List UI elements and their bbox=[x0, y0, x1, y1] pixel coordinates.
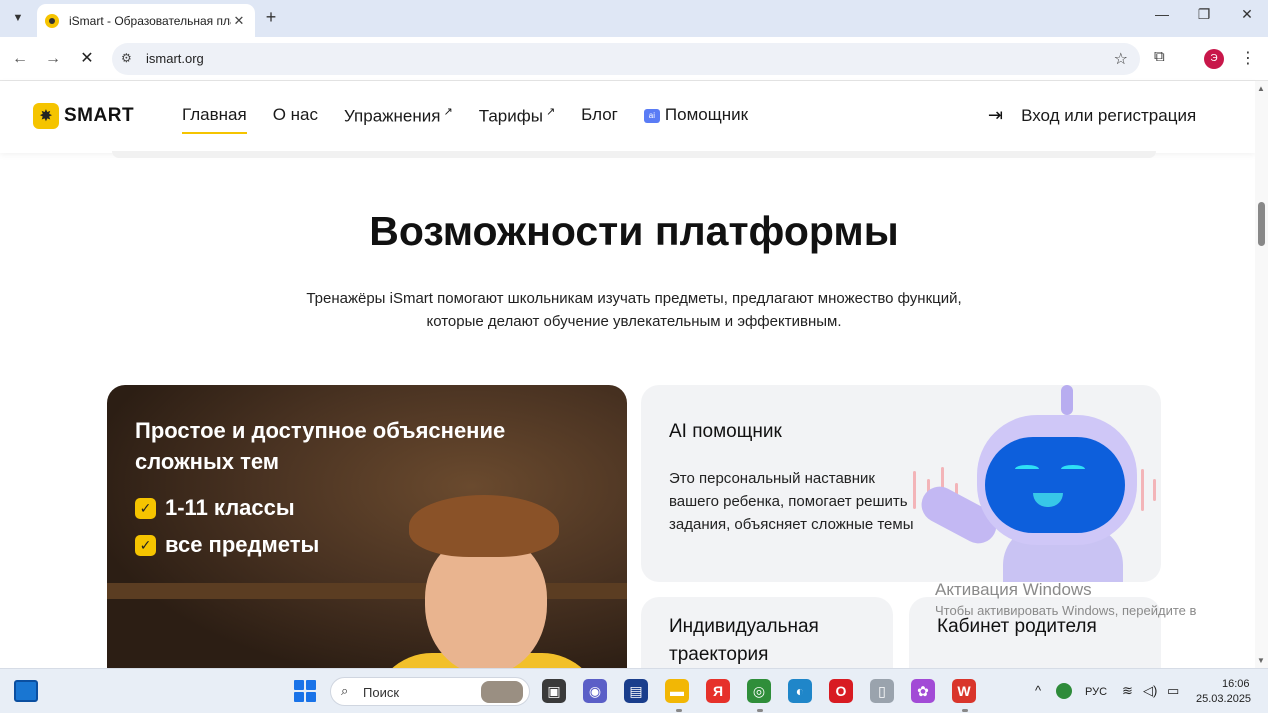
widgets-icon[interactable] bbox=[14, 680, 38, 702]
nav-item-about[interactable]: О нас bbox=[273, 105, 318, 127]
checkmark-icon: ✓ bbox=[135, 497, 156, 519]
feature-card-explanations[interactable]: Простое и доступное объяснение сложных т… bbox=[107, 385, 627, 675]
url-text[interactable]: ismart.org bbox=[146, 51, 204, 66]
main-nav: Главная О нас Упражнения ↗ Тарифы ↗ Блог a… bbox=[182, 105, 774, 134]
robot-eye bbox=[1061, 465, 1085, 473]
section-title: Возможности платформы bbox=[369, 208, 899, 254]
feature-card-ai-assistant[interactable]: AI помощник Это персональный наставник в… bbox=[641, 385, 1161, 582]
ismart-favicon-icon bbox=[45, 13, 59, 28]
new-tab-button[interactable]: + bbox=[260, 7, 282, 28]
maximize-button[interactable]: ❐ bbox=[1189, 6, 1219, 23]
nav-item-exercises[interactable]: Упражнения ↗ bbox=[344, 105, 453, 127]
check-item-subjects: ✓ все предметы bbox=[135, 532, 319, 558]
nav-item-assistant[interactable]: ai Помощник bbox=[643, 105, 748, 127]
check-item-grades: ✓ 1-11 классы bbox=[135, 495, 295, 521]
external-link-icon: ↗ bbox=[443, 106, 453, 118]
clock-time[interactable]: 16:06 bbox=[1222, 678, 1250, 690]
background-shelf bbox=[107, 583, 627, 599]
boy-photo-hair bbox=[409, 495, 559, 557]
nav-item-blog[interactable]: Блог bbox=[581, 105, 618, 127]
picasa-app-icon[interactable]: ✿ bbox=[911, 679, 935, 703]
robot-face bbox=[985, 437, 1125, 533]
site-info-icon[interactable]: ⚙ bbox=[121, 51, 132, 65]
address-bar[interactable]: ⚙ ismart.org ☆ bbox=[112, 43, 1140, 75]
running-app-indicator bbox=[962, 709, 968, 712]
save-app-icon[interactable]: ▤ bbox=[624, 679, 648, 703]
minimize-button[interactable]: — bbox=[1147, 6, 1177, 22]
volume-icon[interactable]: ◁) bbox=[1143, 683, 1157, 699]
teams-app-icon[interactable]: ◉ bbox=[583, 679, 607, 703]
chevron-down-icon: ▼ bbox=[12, 12, 24, 24]
browser-toolbar: ← → ✕ ⚙ ismart.org ☆ bbox=[0, 37, 1268, 81]
wps-app-icon[interactable]: W bbox=[952, 679, 976, 703]
stop-loading-icon[interactable]: ✕ bbox=[76, 48, 98, 70]
ai-badge-icon: ai bbox=[643, 109, 660, 123]
external-link-icon: ↗ bbox=[545, 106, 556, 118]
tab-title: iSmart - Образовательная пла bbox=[69, 13, 231, 28]
battery-icon[interactable]: ▭ bbox=[1167, 683, 1179, 699]
running-app-indicator bbox=[676, 709, 682, 712]
login-icon: ⇥ bbox=[988, 105, 1004, 125]
browser-tab[interactable]: iSmart - Образовательная пла ✕ bbox=[37, 4, 255, 37]
tray-chevron-icon[interactable]: ^ bbox=[1035, 683, 1041, 698]
scroll-down-icon[interactable]: ▼ bbox=[1257, 656, 1265, 665]
close-window-button[interactable]: ✕ bbox=[1232, 6, 1262, 23]
windows-taskbar: ⌕ Поиск ▣ ◉ ▤ ▬ Я ◎ ◐ O ▯ ✿ W ^ РУС ≋ ◁) ▭ 16:06 2… bbox=[0, 668, 1268, 713]
nav-item-home[interactable]: Главная bbox=[182, 105, 247, 134]
feature-card-title: AI помощник bbox=[669, 421, 782, 442]
folder-app-icon[interactable]: ▬ bbox=[665, 679, 689, 703]
tab-search-button[interactable]: ▼ bbox=[6, 6, 30, 30]
tray-app-icon[interactable] bbox=[1056, 683, 1072, 699]
robot-eye bbox=[1015, 465, 1039, 473]
login-button[interactable]: ⇥ Вход или регистрация bbox=[988, 105, 1196, 126]
taskbar-search[interactable]: ⌕ Поиск bbox=[330, 677, 530, 706]
bookmark-star-icon[interactable]: ☆ bbox=[1114, 49, 1128, 69]
site-header: ✸ SMART Главная О нас Упражнения ↗ Тарифы… bbox=[0, 81, 1255, 153]
feature-card-title: Простое и доступное объяснение сложных т… bbox=[135, 418, 506, 474]
windows-activation-watermark: Активация Windows Чтобы активировать Win… bbox=[935, 580, 1197, 618]
file-app-icon[interactable]: ▯ bbox=[870, 679, 894, 703]
search-label: Поиск bbox=[363, 685, 400, 700]
search-highlight-image bbox=[481, 681, 523, 703]
wifi-icon[interactable]: ≋ bbox=[1122, 683, 1133, 699]
login-label: Вход или регистрация bbox=[1021, 105, 1197, 125]
logo-sun-icon: ✸ bbox=[33, 103, 59, 129]
tab-close-icon[interactable]: ✕ bbox=[231, 13, 247, 29]
chrome-app-icon[interactable]: ◎ bbox=[747, 679, 771, 703]
scroll-up-icon[interactable]: ▲ bbox=[1257, 84, 1265, 93]
search-icon: ⌕ bbox=[341, 683, 349, 698]
clock-date[interactable]: 25.03.2025 bbox=[1196, 693, 1251, 705]
yandex-app-icon[interactable]: Я bbox=[706, 679, 730, 703]
edge-app-icon[interactable]: ◐ bbox=[788, 679, 812, 703]
browser-menu-icon[interactable]: ⋮ bbox=[1240, 48, 1256, 68]
browser-tab-bar: ▼ iSmart - Образовательная пла ✕ + — ❐ ✕ bbox=[0, 0, 1268, 37]
windows-start-icon[interactable] bbox=[294, 680, 316, 702]
task-view-app-icon[interactable]: ▣ bbox=[542, 679, 566, 703]
running-app-indicator bbox=[757, 709, 763, 712]
previous-section-edge bbox=[112, 151, 1156, 158]
language-indicator[interactable]: РУС bbox=[1085, 686, 1107, 698]
scrollbar-thumb[interactable] bbox=[1258, 202, 1265, 246]
feature-card-title: Индивидуальная траектория bbox=[669, 616, 819, 665]
opera-app-icon[interactable]: O bbox=[829, 679, 853, 703]
checkmark-icon: ✓ bbox=[135, 534, 156, 556]
feature-card-individual[interactable]: Индивидуальная траектория bbox=[641, 597, 893, 677]
page-scrollbar[interactable]: ▲ ▼ bbox=[1255, 81, 1268, 668]
robot-antenna bbox=[1061, 385, 1073, 415]
forward-arrow-icon[interactable]: → bbox=[42, 48, 64, 70]
back-arrow-icon[interactable]: ← bbox=[9, 48, 31, 70]
logo-text: SMART bbox=[64, 105, 135, 126]
site-logo[interactable]: ✸ SMART bbox=[33, 103, 134, 129]
feature-card-description: Это персональный наставник вашего ребенк… bbox=[669, 470, 914, 533]
section-subtitle: Тренажёры iSmart помогают школьникам изу… bbox=[306, 290, 962, 330]
extensions-icon[interactable]: ⧉ bbox=[1154, 48, 1165, 65]
nav-item-tariffs[interactable]: Тарифы ↗ bbox=[479, 105, 555, 127]
profile-avatar[interactable]: Э bbox=[1204, 49, 1224, 69]
